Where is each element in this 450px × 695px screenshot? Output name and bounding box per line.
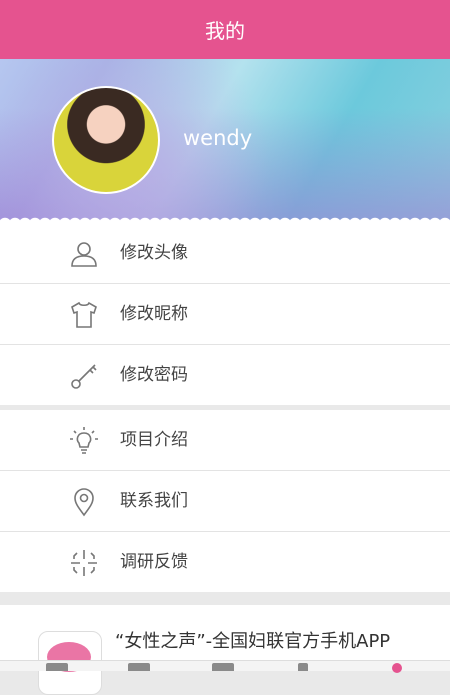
menu-item-change-nickname[interactable]: 修改昵称 <box>0 284 450 345</box>
avatar[interactable] <box>52 86 160 194</box>
menu-item-label: 修改昵称 <box>120 304 188 324</box>
key-icon <box>71 364 97 389</box>
menu-item-label: 修改头像 <box>120 243 188 263</box>
page-header: 我的 <box>0 0 450 59</box>
menu-item-change-avatar[interactable]: 修改头像 <box>0 223 450 284</box>
menu-item-label: 调研反馈 <box>120 552 188 572</box>
location-pin-icon <box>74 488 94 517</box>
menu-item-project-intro[interactable]: 项目介绍 <box>0 410 450 471</box>
menu-item-contact-us[interactable]: 联系我们 <box>0 471 450 532</box>
menu-group-account: 修改头像 修改昵称 修改密码 <box>0 223 450 405</box>
crosshair-icon <box>71 550 97 576</box>
banner-scallop-edge <box>0 212 450 224</box>
menu-item-change-password[interactable]: 修改密码 <box>0 345 450 405</box>
bottom-tab-bar <box>0 660 450 673</box>
tshirt-icon <box>71 301 97 328</box>
menu-item-label: 修改密码 <box>120 365 188 385</box>
menu-item-survey-feedback[interactable]: 调研反馈 <box>0 532 450 592</box>
username: wendy <box>183 126 253 150</box>
promo-text: “女性之声”-全国妇联官方手机APP <box>115 631 391 652</box>
menu-group-info: 项目介绍 联系我们 调研反馈 <box>0 410 450 592</box>
menu-item-label: 项目介绍 <box>120 430 188 450</box>
page-title: 我的 <box>205 19 245 43</box>
lightbulb-icon <box>70 427 98 454</box>
menu-item-label: 联系我们 <box>120 491 188 511</box>
profile-tab-icon[interactable] <box>392 663 402 673</box>
user-icon <box>71 242 97 267</box>
